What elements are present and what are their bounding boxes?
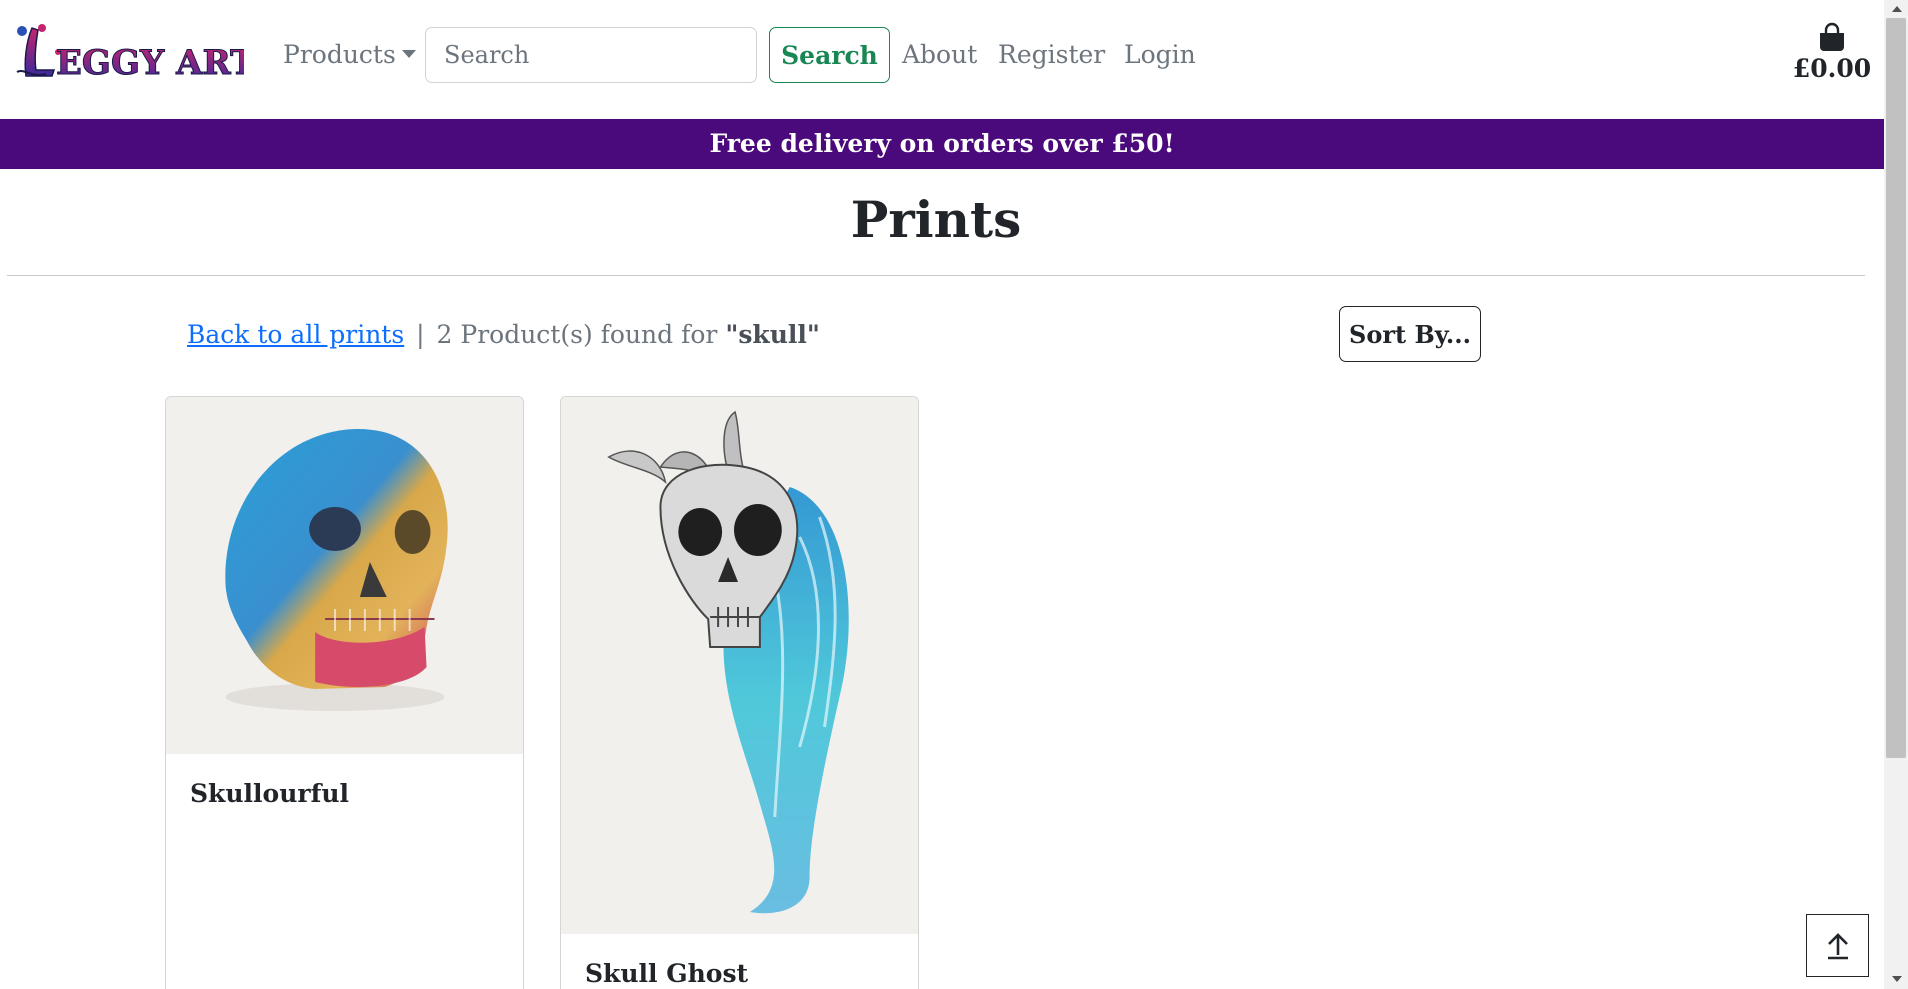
scroll-down-arrow-icon[interactable] (1892, 976, 1902, 982)
site-header: EGGY ART Products Search About Register … (0, 0, 1884, 119)
cart-total: £0.00 (1792, 54, 1872, 83)
scroll-up-arrow-icon[interactable] (1892, 6, 1902, 12)
site-logo[interactable]: EGGY ART (12, 22, 256, 84)
delivery-banner: Free delivery on orders over £50! (0, 119, 1884, 169)
arrow-up-icon (1827, 932, 1848, 959)
back-to-all-prints-link[interactable]: Back to all prints (187, 320, 404, 349)
nav-about-link[interactable]: About (902, 40, 977, 69)
nav-login-link[interactable]: Login (1124, 40, 1196, 69)
nav-products-dropdown[interactable]: Products (283, 40, 416, 69)
svg-text:EGGY ART: EGGY ART (56, 43, 244, 82)
page-scrollbar[interactable] (1884, 0, 1908, 989)
results-summary: Back to all prints | 2 Product(s) found … (187, 320, 820, 349)
chevron-down-icon (401, 49, 416, 58)
back-to-top-button[interactable] (1806, 914, 1869, 977)
product-name[interactable]: Skull Ghost (585, 959, 748, 988)
results-separator: | (416, 320, 425, 349)
nav-products-label: Products (283, 40, 396, 69)
cart-link[interactable]: £0.00 (1790, 22, 1874, 83)
search-input[interactable] (425, 27, 757, 83)
logo-icon: EGGY ART (16, 24, 256, 84)
product-card[interactable]: Skull Ghost (560, 396, 919, 989)
page-title: Prints (850, 190, 1022, 249)
results-search-term: "skull" (725, 320, 820, 349)
nav-register-link[interactable]: Register (998, 40, 1105, 69)
title-divider (7, 275, 1865, 276)
search-button[interactable]: Search (769, 27, 890, 83)
product-card[interactable]: Skullourful (165, 396, 524, 989)
sort-by-button[interactable]: Sort By... (1339, 306, 1481, 362)
product-image-skullourful[interactable] (166, 397, 523, 754)
product-image-skull-ghost[interactable] (561, 397, 918, 934)
scrollbar-thumb[interactable] (1886, 18, 1906, 758)
shopping-bag-icon (1820, 22, 1844, 51)
results-count: 2 Product(s) found for (436, 320, 718, 349)
product-name[interactable]: Skullourful (190, 779, 349, 808)
